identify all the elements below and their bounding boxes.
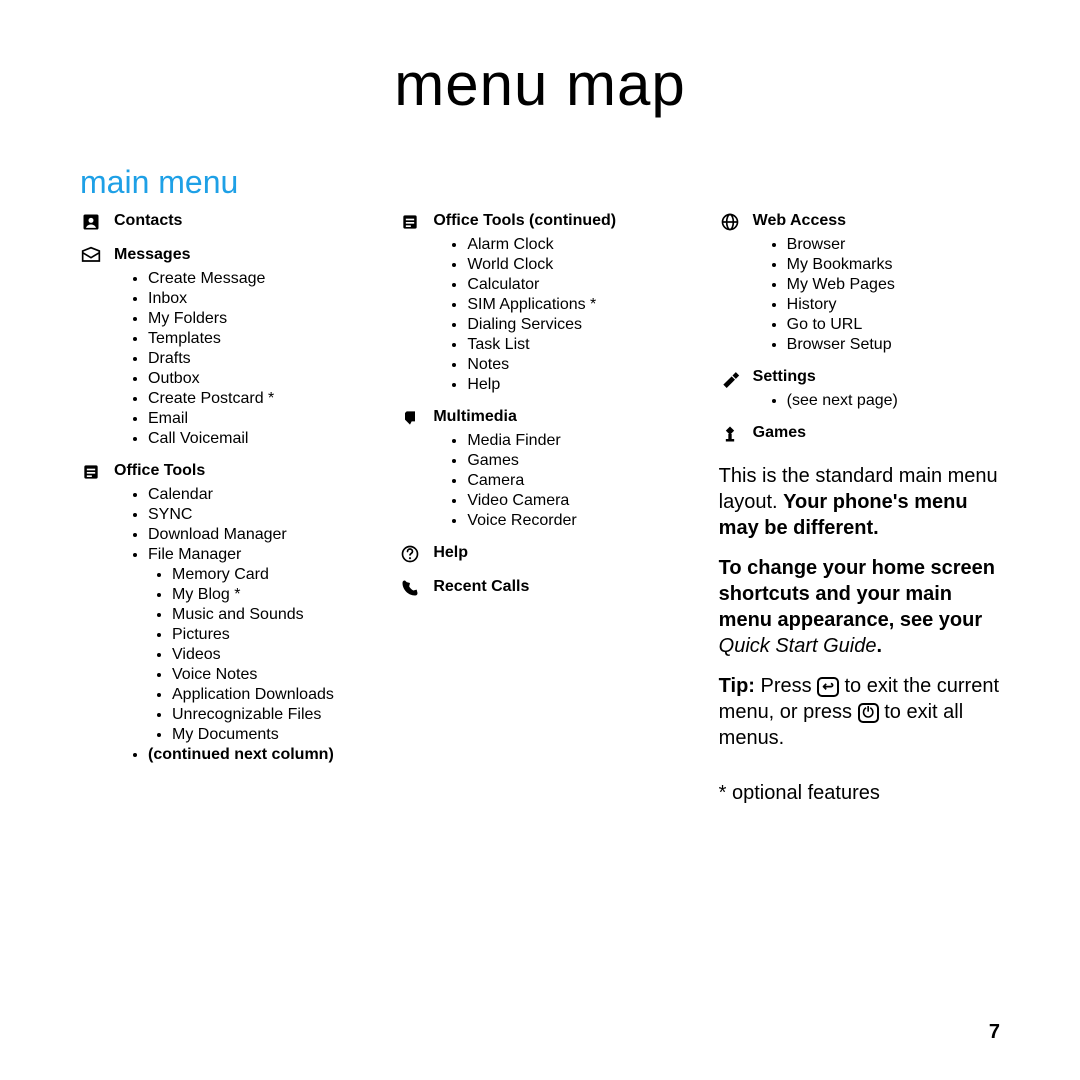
note-change: To change your home screen shortcuts and… [719, 555, 1000, 659]
messages-list: Create Message Inbox My Folders Template… [80, 269, 361, 449]
help-icon [399, 543, 421, 565]
list-item: Help [467, 375, 680, 395]
recent-calls-heading: Recent Calls [433, 577, 529, 597]
office-tools-list: Calendar SYNC Download Manager File Mana… [80, 485, 361, 765]
list-item: Voice Notes [172, 665, 361, 685]
list-item: Create Message [148, 269, 361, 289]
multimedia-icon [399, 407, 421, 429]
games-heading: Games [753, 423, 806, 443]
list-item: Video Camera [467, 491, 680, 511]
list-item: Call Voicemail [148, 429, 361, 449]
list-item: Calendar [148, 485, 361, 505]
help-heading: Help [433, 543, 468, 563]
list-item: Music and Sounds [172, 605, 361, 625]
messages-heading: Messages [114, 245, 191, 265]
list-item: Games [467, 451, 680, 471]
contacts-icon [80, 211, 102, 233]
list-item: Calculator [467, 275, 680, 295]
page-title: menu map [80, 50, 1000, 119]
tip-label: Tip: [719, 675, 755, 697]
list-item: World Clock [467, 255, 680, 275]
continued-note: (continued next column) [148, 745, 361, 765]
list-item: My Folders [148, 309, 361, 329]
office-tools-cont-heading: Office Tools (continued) [433, 211, 616, 231]
file-manager-label: File Manager [148, 546, 241, 563]
list-item: Camera [467, 471, 680, 491]
list-item: Pictures [172, 625, 361, 645]
office-tools-heading: Office Tools [114, 461, 205, 481]
list-item: Inbox [148, 289, 361, 309]
list-item: Alarm Clock [467, 235, 680, 255]
file-manager-list: Memory Card My Blog * Music and Sounds P… [148, 565, 361, 745]
note-tip: Tip: Press ↩ to exit the current menu, o… [719, 673, 1000, 751]
office-tools-cont-list: Alarm Clock World Clock Calculator SIM A… [399, 235, 680, 395]
optional-features-note: * optional features [719, 781, 1000, 806]
list-item: Media Finder [467, 431, 680, 451]
list-item: File Manager Memory Card My Blog * Music… [148, 545, 361, 745]
list-item: Voice Recorder [467, 511, 680, 531]
list-item: Memory Card [172, 565, 361, 585]
list-item: Download Manager [148, 525, 361, 545]
contacts-heading: Contacts [114, 211, 182, 231]
note-text-bold: To change your home screen shortcuts and… [719, 557, 995, 631]
list-item: Email [148, 409, 361, 429]
settings-icon [719, 367, 741, 389]
settings-list: (see next page) [719, 391, 1000, 411]
web-access-icon [719, 211, 741, 233]
multimedia-heading: Multimedia [433, 407, 517, 427]
list-item: Notes [467, 355, 680, 375]
note-layout: This is the standard main menu layout. Y… [719, 463, 1000, 541]
list-item: Videos [172, 645, 361, 665]
web-access-list: Browser My Bookmarks My Web Pages Histor… [719, 235, 1000, 355]
back-key-icon: ↩ [817, 677, 839, 697]
note-text-bold: . [877, 635, 883, 657]
section-title: main menu [80, 164, 1000, 201]
list-item: Go to URL [787, 315, 1000, 335]
list-item: Unrecognizable Files [172, 705, 361, 725]
column-1: Contacts Messages Create Message Inbox M… [80, 211, 361, 806]
list-item: Templates [148, 329, 361, 349]
end-key-icon: ⏻ [858, 703, 879, 723]
page-number: 7 [989, 1021, 1000, 1044]
list-item: My Web Pages [787, 275, 1000, 295]
note-text-italic: Quick Start Guide [719, 635, 877, 657]
list-item: (see next page) [787, 391, 1000, 411]
office-tools-icon [80, 461, 102, 483]
list-item: SIM Applications * [467, 295, 680, 315]
recent-calls-icon [399, 577, 421, 599]
list-item: Browser [787, 235, 1000, 255]
list-item: SYNC [148, 505, 361, 525]
list-item: Drafts [148, 349, 361, 369]
list-item: Task List [467, 335, 680, 355]
office-tools-cont-icon [399, 211, 421, 233]
settings-heading: Settings [753, 367, 816, 387]
list-item: Application Downloads [172, 685, 361, 705]
column-3: Web Access Browser My Bookmarks My Web P… [719, 211, 1000, 806]
list-item: My Bookmarks [787, 255, 1000, 275]
web-access-heading: Web Access [753, 211, 846, 231]
list-item: Create Postcard * [148, 389, 361, 409]
notes-block: This is the standard main menu layout. Y… [719, 463, 1000, 806]
list-item: Browser Setup [787, 335, 1000, 355]
list-item: My Documents [172, 725, 361, 745]
column-2: Office Tools (continued) Alarm Clock Wor… [399, 211, 680, 806]
page: menu map main menu Contacts Messages [0, 0, 1080, 1080]
list-item: My Blog * [172, 585, 361, 605]
games-icon [719, 423, 741, 445]
list-item: Dialing Services [467, 315, 680, 335]
tip-text: Press [755, 675, 817, 697]
messages-icon [80, 245, 102, 267]
list-item: Outbox [148, 369, 361, 389]
columns: Contacts Messages Create Message Inbox M… [80, 211, 1000, 806]
list-item: History [787, 295, 1000, 315]
multimedia-list: Media Finder Games Camera Video Camera V… [399, 431, 680, 531]
